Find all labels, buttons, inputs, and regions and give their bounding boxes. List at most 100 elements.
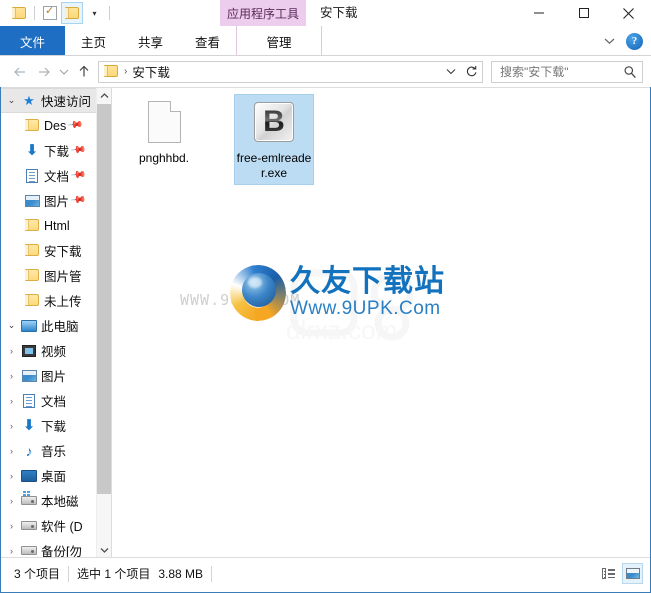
sidebar-item-music[interactable]: › ♪ 音乐	[0, 438, 111, 463]
sidebar-item-html[interactable]: Html	[0, 213, 111, 238]
chevron-right-icon[interactable]: ›	[4, 496, 19, 506]
properties-icon	[43, 4, 57, 20]
new-folder-icon	[64, 6, 80, 20]
file-thumbnail	[147, 97, 181, 147]
sidebar-label-documents-qa: 文档	[44, 170, 70, 184]
sidebar-item-videos[interactable]: › 视频	[0, 338, 111, 363]
chevron-right-icon[interactable]: ›	[4, 521, 19, 531]
sidebar-item-documents[interactable]: › 文档	[0, 388, 111, 413]
sidebar-item-downloads[interactable]: › ⬇ 下载	[0, 413, 111, 438]
navigation-scroll-thumb[interactable]	[97, 104, 111, 494]
recent-locations-button[interactable]	[56, 60, 72, 84]
sidebar-item-not-uploaded[interactable]: 未上传	[0, 288, 111, 313]
scroll-down-icon[interactable]	[97, 542, 111, 557]
scroll-up-icon[interactable]	[97, 88, 111, 103]
file-item-pnghhbd[interactable]: pnghhbd.	[124, 94, 204, 185]
chevron-down-icon[interactable]: ⌄	[4, 320, 19, 331]
sidebar-item-desktop[interactable]: Des 📌	[0, 113, 111, 138]
watermark: dlrxz.com WWW.9UPK.COM 久友下载站 Www.9UPK.Co…	[180, 253, 480, 348]
back-button[interactable]	[8, 60, 32, 84]
sidebar-label-html: Html	[44, 218, 70, 233]
address-dropdown-button[interactable]	[441, 62, 461, 82]
search-button[interactable]	[618, 65, 642, 79]
watermark-logo: 久友下载站 Www.9UPK.Com	[222, 257, 445, 329]
sidebar-label-picture-manage: 图片管	[44, 270, 82, 284]
qat-new-folder-button[interactable]	[61, 2, 83, 24]
chevron-right-icon[interactable]: ›	[4, 421, 19, 431]
pin-icon: 📌	[69, 192, 87, 209]
chevron-right-icon[interactable]: ›	[4, 396, 19, 406]
sidebar-item-desktop-pc[interactable]: › 桌面	[0, 463, 111, 488]
sidebar-item-picture-manage[interactable]: 图片管	[0, 263, 111, 288]
file-grid: pnghhbd. B free-emlreader.exe	[124, 94, 314, 185]
search-box[interactable]: 搜索"安下载"	[491, 60, 643, 83]
tab-view[interactable]: 查看	[179, 26, 236, 56]
pin-icon: 📌	[67, 117, 84, 134]
desktop-icon	[19, 469, 39, 482]
refresh-button[interactable]	[461, 60, 483, 83]
sidebar-item-local-disk[interactable]: › 本地磁	[0, 488, 111, 513]
thumbnail-view-button[interactable]	[622, 563, 643, 584]
customize-caret-icon: ▾	[92, 8, 97, 18]
search-input[interactable]: 搜索"安下载"	[492, 63, 618, 80]
chevron-right-icon[interactable]: ›	[4, 446, 19, 456]
exe-b-icon: B	[254, 102, 294, 142]
sidebar-item-software-drive[interactable]: › 软件 (D	[0, 513, 111, 538]
qat-separator	[34, 6, 35, 20]
qat-folder-button[interactable]	[8, 2, 30, 24]
blank-document-icon	[147, 101, 181, 143]
sidebar-label-pictures-qa: 图片	[44, 195, 70, 209]
contextual-tab-group-header: 应用程序工具	[220, 0, 306, 26]
watermark-brand-en: Www.9UPK.Com	[290, 298, 441, 319]
sidebar-label-pictures: 图片	[41, 370, 67, 384]
tab-share[interactable]: 共享	[122, 26, 179, 56]
qat-customize-button[interactable]: ▾	[83, 2, 105, 24]
chevron-down-icon	[604, 38, 614, 45]
breadcrumb-folder-icon	[104, 65, 119, 78]
tab-home[interactable]: 主页	[65, 26, 122, 56]
close-button[interactable]	[606, 0, 651, 26]
sidebar-item-this-pc[interactable]: ⌄ 此电脑	[0, 313, 111, 338]
qat-properties-button[interactable]	[39, 2, 61, 24]
sidebar-item-pictures[interactable]: › 图片	[0, 363, 111, 388]
status-size: 3.88 MB	[158, 566, 204, 581]
chevron-right-icon[interactable]: ›	[4, 371, 19, 381]
drive-icon	[19, 546, 39, 555]
file-list-pane[interactable]: pnghhbd. B free-emlreader.exe dlrxz.com …	[112, 88, 651, 557]
forward-button[interactable]	[32, 60, 56, 84]
breadcrumb-path[interactable]: 安下载	[132, 62, 170, 81]
tab-manage[interactable]: 管理	[236, 26, 323, 56]
status-item-count: 3 个项目	[14, 566, 61, 581]
sidebar-item-pictures-qa[interactable]: 图片 📌	[0, 188, 111, 213]
minimize-button[interactable]	[516, 0, 561, 26]
watermark-trace-text: WWW.9UPK.COM	[180, 291, 301, 309]
up-button[interactable]	[72, 60, 96, 84]
sidebar-label-desktop-pc: 桌面	[41, 470, 67, 484]
address-input[interactable]: › 安下载	[98, 60, 462, 83]
sidebar-label-desktop: Des	[44, 118, 67, 133]
folder-icon	[11, 6, 27, 20]
status-selection: 选中 1 个项目	[77, 566, 151, 581]
chevron-right-icon[interactable]: ›	[4, 471, 19, 481]
maximize-button[interactable]	[561, 0, 606, 26]
chevron-right-icon[interactable]: ›	[4, 346, 19, 356]
status-divider-2	[211, 565, 213, 582]
tab-file[interactable]: 文件	[0, 26, 66, 56]
sidebar-item-quick-access[interactable]: ⌄ ★ 快速访问	[0, 88, 111, 113]
refresh-icon	[466, 66, 477, 77]
sidebar-item-anxiazai[interactable]: 安下载	[0, 238, 111, 263]
file-item-free-emlreader[interactable]: B free-emlreader.exe	[234, 94, 314, 185]
sidebar-item-downloads-qa[interactable]: ⬇ 下载 📌	[0, 138, 111, 163]
ribbon-collapse-button[interactable]	[598, 30, 620, 52]
close-icon	[623, 7, 634, 19]
help-button[interactable]: ?	[626, 32, 643, 50]
sidebar-item-documents-qa[interactable]: 文档 📌	[0, 163, 111, 188]
sidebar-item-backup-drive[interactable]: › 备份[勿	[0, 538, 111, 557]
details-view-button[interactable]	[598, 563, 619, 584]
breadcrumb-separator: ›	[124, 66, 128, 77]
search-icon	[624, 65, 636, 78]
pin-icon: 📌	[69, 167, 87, 184]
chevron-down-icon[interactable]: ⌄	[4, 95, 19, 106]
navigation-scrollbar[interactable]	[96, 88, 111, 557]
chevron-right-icon[interactable]: ›	[4, 546, 19, 556]
